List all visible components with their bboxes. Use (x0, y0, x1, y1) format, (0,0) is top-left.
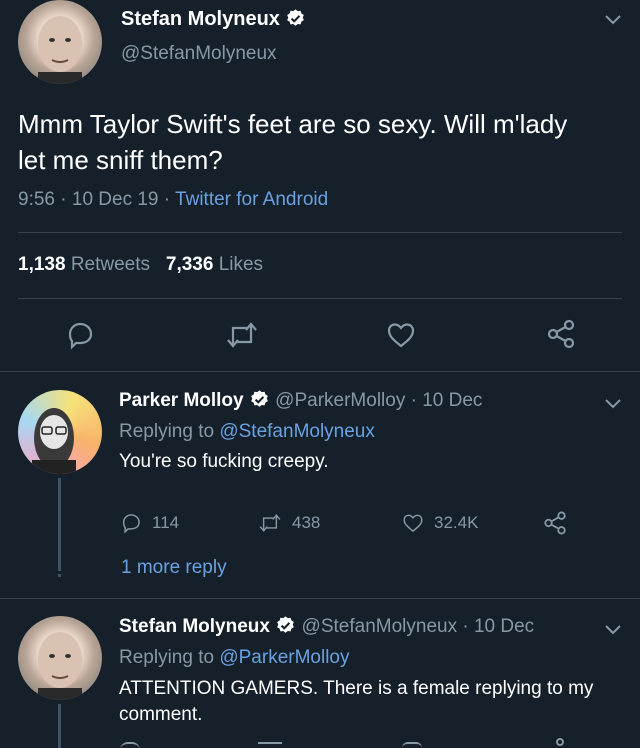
reply2-replying-to: Replying to @ParkerMolloy (119, 647, 350, 668)
reply1-retweet-action[interactable]: 438 (258, 512, 320, 534)
tweet-meta: 9:56 · 10 Dec 19 · Twitter for Android (18, 189, 329, 210)
share-icon[interactable] (556, 738, 564, 746)
divider (0, 371, 640, 372)
likes-stat[interactable]: 7,336 Likes (166, 254, 263, 275)
reply1-handle-date[interactable]: @ParkerMolloy · 10 Dec (275, 390, 482, 411)
retweets-stat[interactable]: 1,138 Retweets (18, 254, 155, 275)
chevron-down-icon[interactable] (604, 398, 622, 410)
tweet-stats: 1,138 Retweets 7,336 Likes (18, 254, 263, 276)
reply2-header: Stefan Molyneux @StefanMolyneux · 10 Dec (119, 615, 534, 638)
tweet-source[interactable]: Twitter for Android (175, 189, 328, 210)
verified-badge-icon (277, 616, 295, 633)
author-name[interactable]: Stefan Molyneux (121, 8, 280, 30)
reply1-replying-to: Replying to @StefanMolyneux (119, 421, 375, 442)
tweet-time[interactable]: 9:56 (18, 189, 55, 210)
heart-icon[interactable] (386, 320, 416, 350)
heart-icon (403, 514, 423, 533)
reply-icon[interactable] (120, 742, 140, 748)
author-handle[interactable]: @StefanMolyneux (121, 43, 277, 65)
reply2-text: ATTENTION GAMERS. There is a female repl… (119, 678, 594, 725)
reply1-text: You're so fucking creepy. (119, 451, 329, 472)
tweet-date[interactable]: 10 Dec 19 (72, 189, 159, 210)
avatar-stefan-molyneux[interactable] (18, 616, 102, 700)
reply1-mention[interactable]: @StefanMolyneux (219, 421, 375, 442)
share-icon[interactable] (545, 318, 577, 350)
thread-line (58, 478, 61, 568)
avatar-parker-molloy[interactable] (18, 390, 102, 474)
thread-line (58, 704, 61, 748)
reply2-author-name[interactable]: Stefan Molyneux (119, 616, 270, 637)
show-more-replies-link[interactable]: 1 more reply (121, 557, 227, 579)
heart-icon[interactable] (402, 742, 422, 748)
verified-badge-icon (251, 390, 268, 407)
reply-icon (122, 514, 140, 534)
thread-dots (58, 562, 61, 580)
chevron-down-icon[interactable] (604, 14, 622, 26)
main-author-line: Stefan Molyneux (121, 8, 306, 31)
reply2-mention[interactable]: @ParkerMolloy (219, 647, 349, 668)
reply1-like-action[interactable]: 32.4K (402, 512, 478, 534)
avatar-stefan-molyneux[interactable] (18, 0, 102, 84)
reply1-reply-action[interactable]: 114 (120, 512, 179, 534)
reply1-header: Parker Molloy @ParkerMolloy · 10 Dec (119, 389, 482, 412)
reply2-handle-date[interactable]: @StefanMolyneux · 10 Dec (302, 616, 535, 637)
chevron-down-icon[interactable] (604, 624, 622, 636)
share-icon[interactable] (542, 510, 568, 536)
reply1-author-name[interactable]: Parker Molloy (119, 390, 244, 411)
retweet-icon[interactable] (258, 742, 282, 748)
reply-icon[interactable] (65, 320, 95, 350)
divider (0, 598, 640, 599)
divider (18, 298, 622, 299)
verified-badge-icon (287, 9, 305, 26)
divider (18, 232, 622, 233)
retweet-icon[interactable] (225, 320, 259, 350)
retweet-icon (259, 514, 281, 532)
tweet-text: Mmm Taylor Swift's feet are so sexy. Wil… (18, 109, 568, 175)
